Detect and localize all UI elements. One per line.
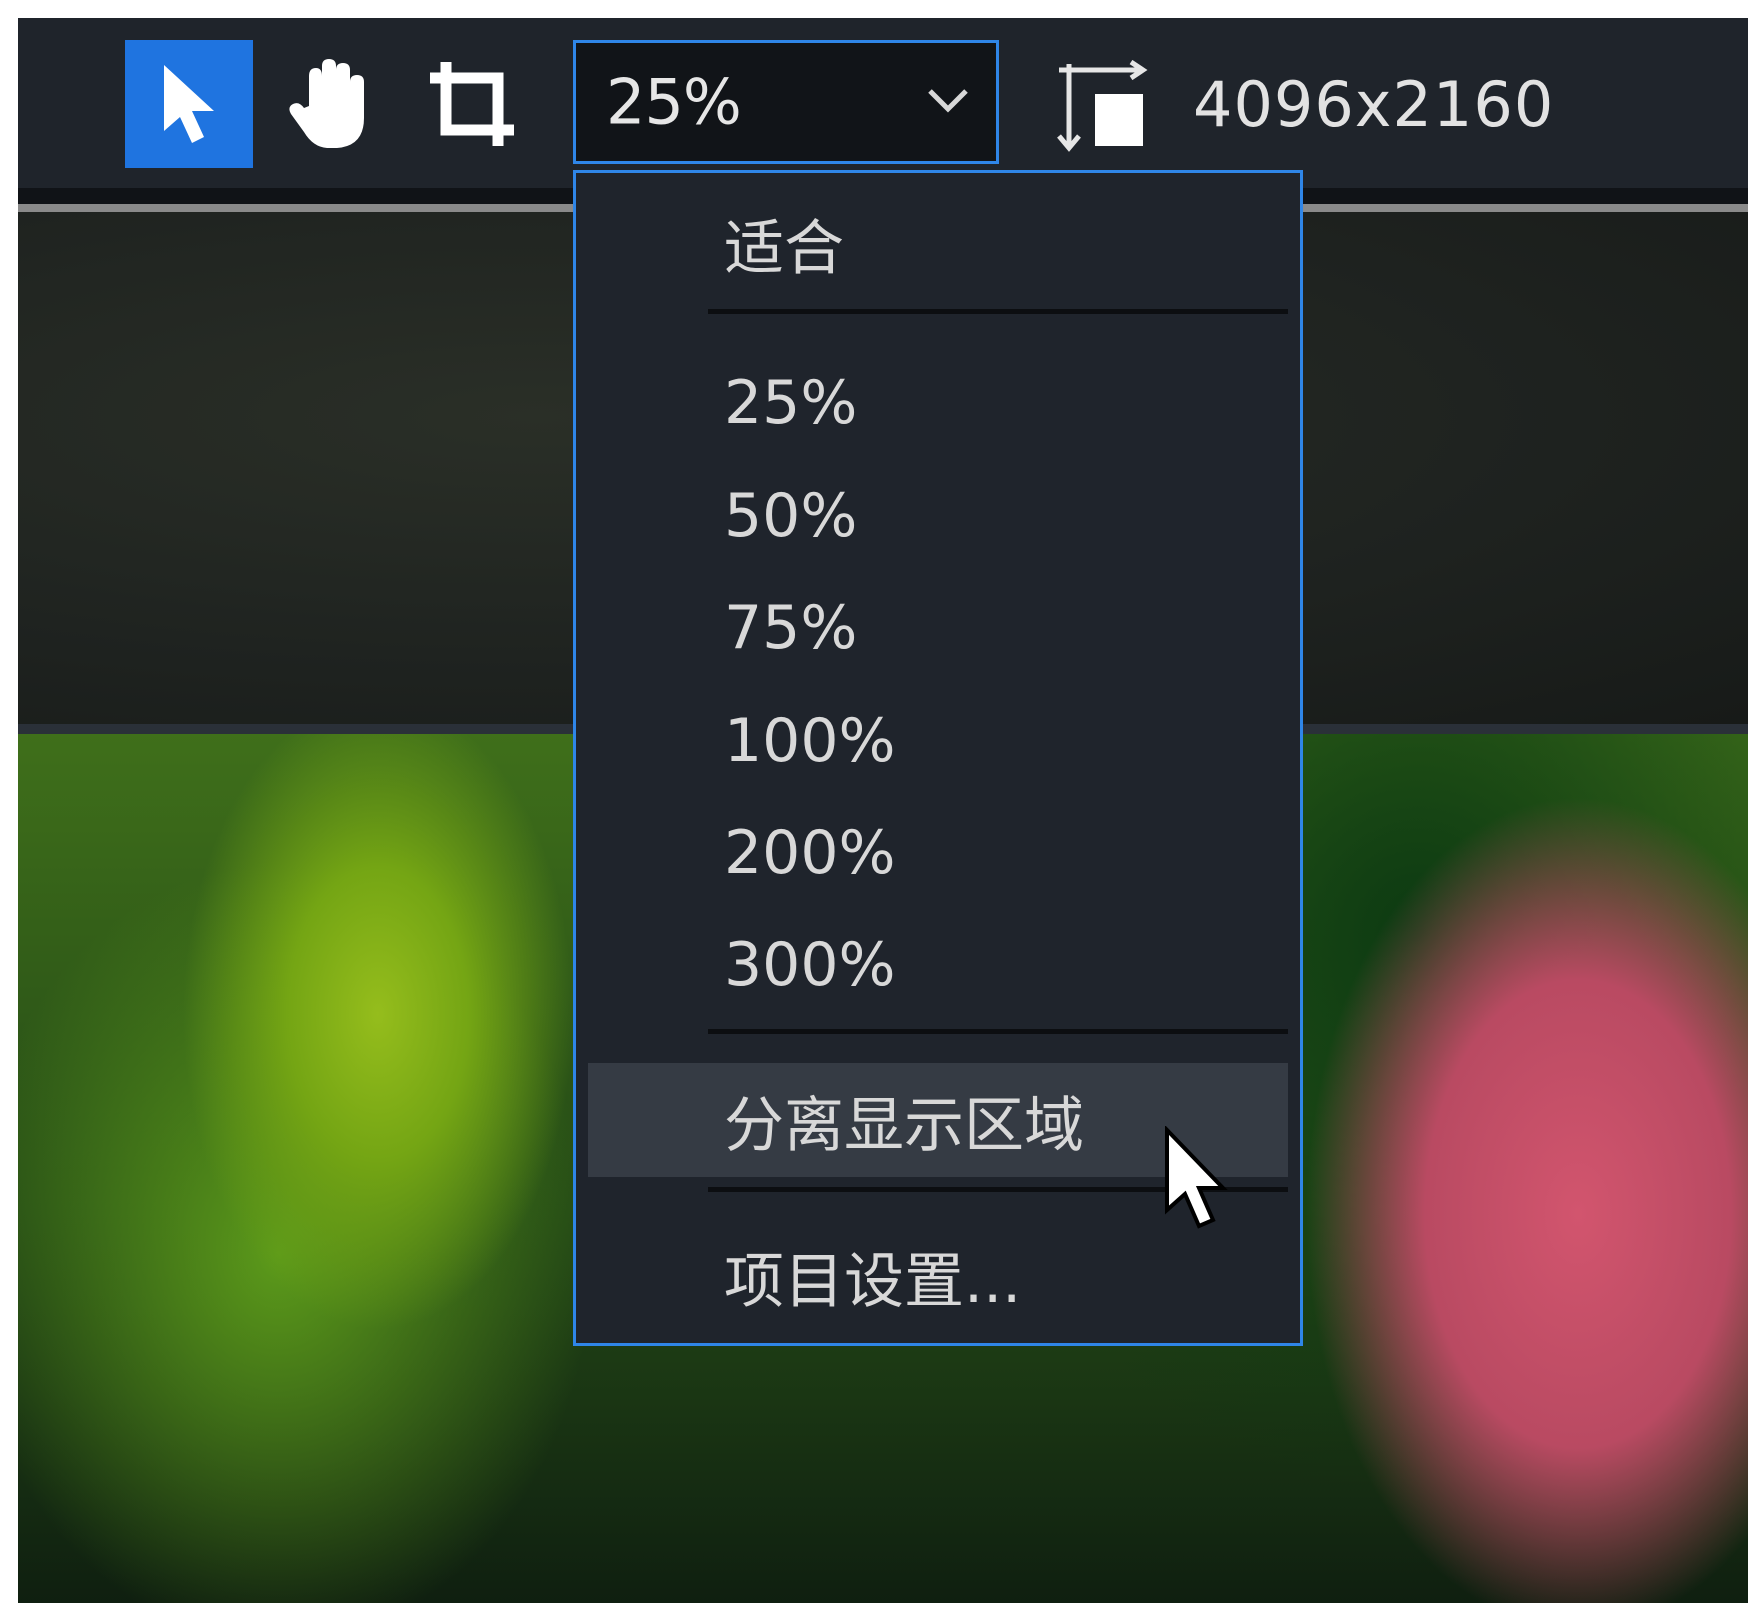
menu-item-label: 50% bbox=[724, 481, 858, 551]
arrow-pointer-icon bbox=[164, 65, 214, 143]
menu-item-zoom-75[interactable]: 75% bbox=[588, 573, 1288, 683]
menu-item-label: 适合 bbox=[724, 213, 844, 284]
crop-tool-button[interactable] bbox=[408, 40, 536, 168]
chevron-down-icon bbox=[928, 89, 968, 113]
menu-item-label: 项目设置... bbox=[724, 1246, 1022, 1317]
menu-item-project-settings[interactable]: 项目设置... bbox=[588, 1221, 1288, 1331]
menu-item-zoom-25[interactable]: 25% bbox=[588, 348, 1288, 458]
resolution-icon[interactable] bbox=[1055, 60, 1155, 152]
zoom-level-value: 25% bbox=[606, 65, 742, 139]
crop-icon bbox=[430, 62, 514, 146]
pan-tool-button[interactable] bbox=[268, 40, 396, 168]
menu-item-label: 200% bbox=[724, 818, 896, 888]
menu-item-zoom-300[interactable]: 300% bbox=[588, 910, 1288, 1020]
menu-item-zoom-100[interactable]: 100% bbox=[588, 686, 1288, 796]
menu-separator bbox=[708, 309, 1288, 314]
hand-icon bbox=[289, 59, 364, 148]
menu-item-label: 100% bbox=[724, 706, 896, 776]
menu-item-zoom-200[interactable]: 200% bbox=[588, 798, 1288, 908]
menu-item-label: 分离显示区域 bbox=[724, 1090, 1084, 1161]
project-resolution: 4096x2160 bbox=[1193, 68, 1555, 141]
viewer-toolbar: 25% 4096x2160 bbox=[18, 18, 1748, 188]
menu-item-fit[interactable]: 适合 bbox=[588, 188, 1288, 298]
menu-item-label: 75% bbox=[724, 593, 858, 663]
zoom-level-select[interactable]: 25% bbox=[573, 40, 999, 164]
menu-item-label: 300% bbox=[724, 930, 896, 1000]
menu-item-label: 25% bbox=[724, 368, 858, 438]
mouse-cursor-icon bbox=[1165, 1126, 1228, 1229]
menu-item-zoom-50[interactable]: 50% bbox=[588, 461, 1288, 571]
menu-separator bbox=[708, 1029, 1288, 1034]
select-tool-button[interactable] bbox=[125, 40, 253, 168]
editor-window: 25% 4096x2160 适合 25% 50% 75% 100% 200% 3… bbox=[18, 18, 1748, 1603]
